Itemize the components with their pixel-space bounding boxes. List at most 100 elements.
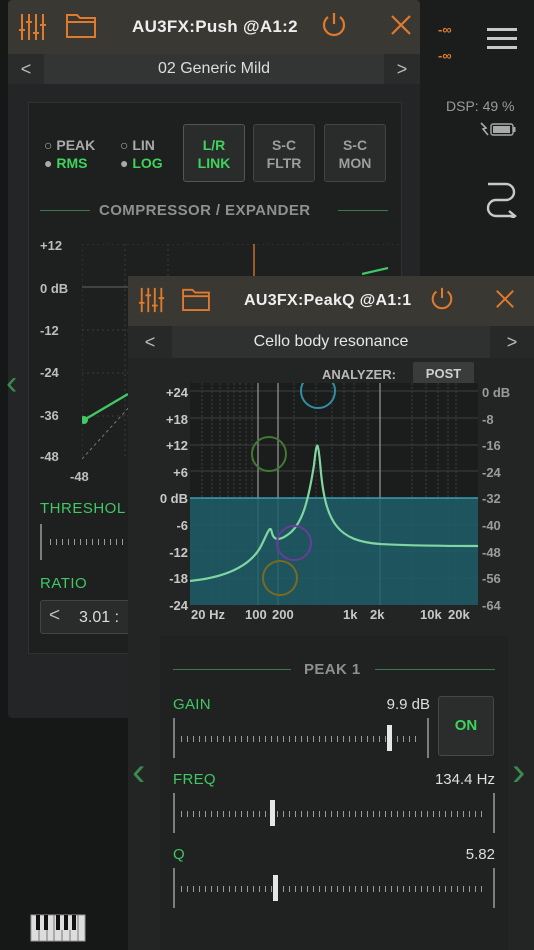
power-icon[interactable] xyxy=(320,11,348,44)
analyzer-axis-label: -24 xyxy=(482,465,501,480)
section-divider xyxy=(338,210,388,211)
freq-axis-label: 200 xyxy=(272,607,294,622)
gain-axis-label: +24 xyxy=(165,385,188,400)
mixer-icon[interactable] xyxy=(18,12,52,42)
prev-preset-button[interactable]: < xyxy=(128,332,172,353)
freq-axis-label: 2k xyxy=(370,607,385,622)
sc-monitor-button[interactable]: S-C MON xyxy=(324,124,386,182)
ratio-decrement-button[interactable]: < xyxy=(49,605,60,627)
section-divider xyxy=(375,669,495,670)
left-nav-arrow[interactable]: ‹ xyxy=(6,364,17,403)
q-slider[interactable] xyxy=(173,868,495,908)
section-divider xyxy=(40,210,90,211)
rms-label: RMS xyxy=(56,155,88,171)
gain-axis-label: -12 xyxy=(169,545,188,560)
folder-icon[interactable] xyxy=(66,12,102,42)
peakq-title-bar[interactable]: AU3FX:PeakQ @A1:1 xyxy=(128,276,534,326)
analyzer-axis-label: -40 xyxy=(482,518,501,533)
freq-slider[interactable] xyxy=(173,793,495,833)
sc-filter-button[interactable]: S-C FLTR xyxy=(253,124,315,182)
section-divider xyxy=(173,669,291,670)
analyzer-axis-label: -64 xyxy=(482,598,501,613)
close-icon[interactable] xyxy=(390,14,412,41)
push-x-label: -48 xyxy=(70,469,89,484)
prev-preset-button[interactable]: < xyxy=(8,59,44,80)
gain-slider-knob[interactable] xyxy=(387,725,393,751)
meter-top-readout: -∞ xyxy=(438,22,452,37)
ratio-stepper[interactable]: < 3.01 : xyxy=(40,600,130,634)
gain-axis-label: -18 xyxy=(169,571,188,586)
sc-filter-line1: S-C xyxy=(271,137,297,153)
push-y-label: +12 xyxy=(40,238,63,253)
next-preset-button[interactable]: > xyxy=(490,332,534,353)
preset-name[interactable]: Cello body resonance xyxy=(172,326,490,358)
compressor-section-title: COMPRESSOR / EXPANDER xyxy=(99,202,311,219)
band-on-button[interactable]: ON xyxy=(438,696,494,756)
prev-band-button[interactable]: ‹ xyxy=(132,752,145,792)
analyzer-axis-label: -56 xyxy=(482,571,501,586)
push-title-bar[interactable]: AU3FX:Push @A1:2 xyxy=(8,0,420,54)
lr-link-button[interactable]: L/R LINK xyxy=(183,124,245,182)
keyboard-icon[interactable] xyxy=(30,914,86,947)
close-icon[interactable] xyxy=(495,289,515,314)
meter-bottom-readout: -∞ xyxy=(438,48,452,63)
preset-name[interactable]: 02 Generic Mild xyxy=(44,54,384,84)
gain-slider[interactable] xyxy=(173,718,429,758)
freq-axis-label: 20k xyxy=(448,607,470,622)
gain-axis-label: +18 xyxy=(165,412,188,427)
folder-icon[interactable] xyxy=(182,287,214,315)
lr-link-line1: L/R xyxy=(202,137,226,153)
menu-icon[interactable] xyxy=(487,22,517,55)
rms-radio[interactable]: ● RMS xyxy=(44,155,87,171)
peakq-window-title: AU3FX:PeakQ @A1:1 xyxy=(244,292,412,309)
next-band-button[interactable]: › xyxy=(512,752,525,792)
q-slider-knob[interactable] xyxy=(272,875,278,901)
analyzer-axis-label: -32 xyxy=(482,491,501,506)
ratio-label: RATIO xyxy=(40,575,88,592)
gain-axis-label: -6 xyxy=(176,518,188,533)
freq-axis-label: 20 Hz xyxy=(191,607,225,622)
gain-axis-label: 0 dB xyxy=(159,491,188,506)
analyzer-axis-label: -16 xyxy=(482,438,501,453)
lin-label: LIN xyxy=(132,137,155,153)
gain-axis-label: +12 xyxy=(165,438,188,453)
freq-axis-label: 10k xyxy=(420,607,442,622)
mixer-icon[interactable] xyxy=(138,286,168,316)
sc-monitor-line2: MON xyxy=(338,155,372,171)
gain-axis-label: -24 xyxy=(169,598,188,613)
sc-monitor-line1: S-C xyxy=(342,137,368,153)
freq-axis-label: 1k xyxy=(343,607,358,622)
q-label: Q xyxy=(173,846,185,863)
push-y-label: 0 dB xyxy=(40,281,69,296)
threshold-slider[interactable] xyxy=(40,524,132,560)
push-preset-bar: < 02 Generic Mild > xyxy=(8,54,420,84)
power-icon[interactable] xyxy=(429,286,455,317)
freq-label: FREQ xyxy=(173,771,216,788)
gain-value: 9.9 dB xyxy=(386,696,430,713)
log-radio[interactable]: ● LOG xyxy=(120,155,163,171)
q-value: 5.82 xyxy=(465,846,495,863)
freq-slider-knob[interactable] xyxy=(269,800,275,826)
push-y-label: -12 xyxy=(40,323,59,338)
peak-section-title: PEAK 1 xyxy=(304,661,361,678)
lin-radio[interactable]: ○ LIN xyxy=(120,137,155,153)
gain-axis-label: +6 xyxy=(173,465,188,480)
routing-icon[interactable] xyxy=(484,178,520,223)
threshold-label: THRESHOL xyxy=(40,500,126,517)
peak-radio[interactable]: ○ PEAK xyxy=(44,137,95,153)
next-preset-button[interactable]: > xyxy=(384,59,420,80)
analyzer-label: ANALYZER: xyxy=(322,367,396,382)
lr-link-line2: LINK xyxy=(197,155,231,171)
dsp-readout: DSP: 49 % xyxy=(446,98,515,114)
ratio-value: 3.01 : xyxy=(79,609,120,626)
push-window-title: AU3FX:Push @A1:2 xyxy=(132,17,298,36)
push-y-label: -48 xyxy=(40,449,59,464)
battery-icon xyxy=(478,120,518,143)
analyzer-axis-label: -48 xyxy=(482,545,501,560)
peak-label: PEAK xyxy=(56,137,96,153)
sc-filter-line2: FLTR xyxy=(266,155,302,171)
freq-axis-label: 100 xyxy=(245,607,267,622)
log-label: LOG xyxy=(132,155,163,171)
gain-label: GAIN xyxy=(173,696,211,713)
eq-response-graph[interactable] xyxy=(189,373,479,605)
